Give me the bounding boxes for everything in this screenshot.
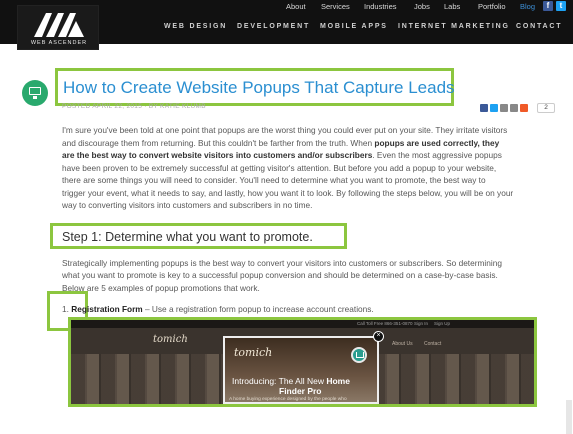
logo-text: WEB ASCENDER [30,40,88,46]
close-icon: × [373,331,384,342]
topnav-jobs[interactable]: Jobs [414,2,430,11]
nav-internet-marketing[interactable]: INTERNET MARKETING [398,23,510,30]
step1-line: what you want to promote is key to a suc… [62,270,498,280]
shot-phone: Call Toll Free 866-351-0870 [357,321,413,326]
popup-subtext: A home buying experience designed by the… [229,397,347,402]
intro-line: have been proven to be extremely success… [62,163,497,173]
email-icon[interactable] [500,104,508,112]
nav-web-design[interactable]: WEB DESIGN [164,23,227,30]
scrollbar[interactable] [566,400,572,434]
intro-line: are the best way to convert website visi… [62,150,502,160]
intro-line: and discourage them from returning. But … [62,138,500,148]
nav-mobile-apps[interactable]: MOBILE APPS [320,23,388,30]
share-count: 2 [537,103,555,113]
topnav-portfolio[interactable]: Portfolio [478,2,506,11]
topnav-industries[interactable]: Industries [364,2,397,11]
popup-heading: Introducing: The All New Home [232,376,350,386]
topnav-services[interactable]: Services [321,2,350,11]
topnav-blog[interactable]: Blog [520,2,535,11]
shot-nav-contact: Contact [424,341,442,347]
shot-nav-about: About Us [392,341,413,347]
site-logo[interactable]: WEB ASCENDER [17,5,99,50]
print-icon[interactable] [510,104,518,112]
shot-logo: tomich [153,334,188,345]
twitter-icon[interactable]: t [556,1,566,11]
shot-signup: Sign Up [434,321,451,326]
popup-logo: tomich [234,346,273,359]
post-title[interactable]: How to Create Website Popups That Captur… [63,78,455,98]
shot-topbar: Call Toll Free 866-351-0870 Sign In Sign… [71,320,534,328]
shot-signin: Sign In [414,321,429,326]
twitter-icon[interactable] [490,104,498,112]
facebook-icon[interactable] [480,104,488,112]
monitor-icon [22,80,48,106]
logo-mark-icon [34,13,84,37]
plus-icon[interactable] [520,104,528,112]
nav-development[interactable]: DEVELOPMENT [237,23,310,30]
step1-line: Strategically implementing popups is the… [62,258,502,268]
post-meta: POSTED APRIL 22, 2015 · BY KATIE KLUMB [62,103,206,110]
intro-line: there are some things you will need to c… [62,175,486,185]
nav-contact[interactable]: CONTACT [516,23,562,30]
step1-heading: Step 1: Determine what you want to promo… [62,230,313,244]
popup-heading-line2: Finder Pro [279,386,322,396]
list-item: 1. Registration Form – Use a registratio… [62,304,374,314]
topnav-labs[interactable]: Labs [444,2,460,11]
step1-line: Below are 5 examples of popup promotions… [62,283,260,293]
home-icon [351,347,367,363]
facebook-icon[interactable]: f [543,1,553,11]
intro-line: way to converting visitors into customer… [62,200,313,210]
intro-line: trigger your event, what it needs to say… [62,188,514,198]
intro-line: I'm sure you've been told at one point t… [62,125,508,135]
topnav-about[interactable]: About [286,2,306,11]
